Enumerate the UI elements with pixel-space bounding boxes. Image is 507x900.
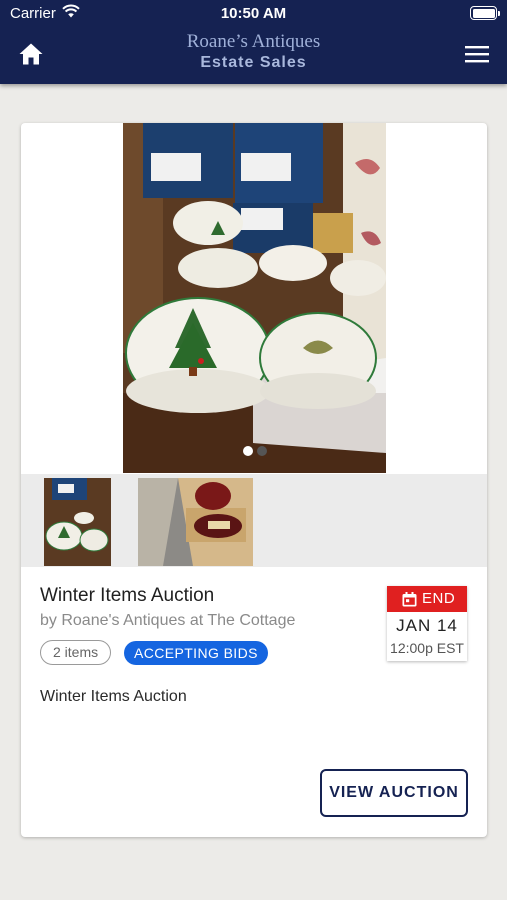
- clock: 10:50 AM: [220, 5, 287, 22]
- end-label: END: [422, 590, 456, 607]
- brand-title: Roane’s Antiques: [186, 31, 321, 52]
- end-date-badge: END JAN 14 12:00p EST: [387, 586, 467, 661]
- app-header: Carrier 10:50 AM Roane’s Antiques Estate…: [0, 0, 507, 84]
- items-count-badge: 2 items: [40, 640, 112, 665]
- status-bar: Carrier 10:50 AM: [0, 0, 507, 28]
- carousel-indicator: [123, 443, 386, 461]
- dinnerware-thumbnail-photo: [44, 478, 111, 566]
- auction-title: Winter Items Auction: [40, 585, 215, 606]
- auction-photo-carousel[interactable]: [123, 123, 386, 473]
- battery-icon: [470, 6, 500, 20]
- shelf-thumbnail-photo: [138, 478, 253, 566]
- brand-logo: Roane’s Antiques Estate Sales: [0, 31, 507, 73]
- thumbnail-strip: [21, 474, 487, 567]
- brand-subtitle: Estate Sales: [200, 54, 307, 71]
- view-auction-button[interactable]: VIEW AUCTION: [320, 769, 468, 817]
- auction-description: Winter Items Auction: [40, 688, 187, 705]
- hamburger-menu-icon[interactable]: [465, 44, 489, 64]
- end-date-time: 12:00p EST: [390, 640, 464, 656]
- dinnerware-photo: [123, 123, 386, 473]
- auction-organizer: by Roane's Antiques at The Cottage: [40, 612, 296, 629]
- end-date-header: END: [387, 586, 467, 612]
- carousel-dot[interactable]: [256, 446, 267, 456]
- calendar-icon: [402, 592, 417, 607]
- auction-card: Winter Items Auction by Roane's Antiques…: [21, 123, 487, 837]
- thumbnail-image[interactable]: [44, 478, 111, 566]
- carousel-dot-active[interactable]: [242, 446, 253, 456]
- status-badge: ACCEPTING BIDS: [124, 641, 268, 665]
- end-date-day: JAN 14: [396, 616, 458, 635]
- thumbnail-image[interactable]: [138, 478, 253, 566]
